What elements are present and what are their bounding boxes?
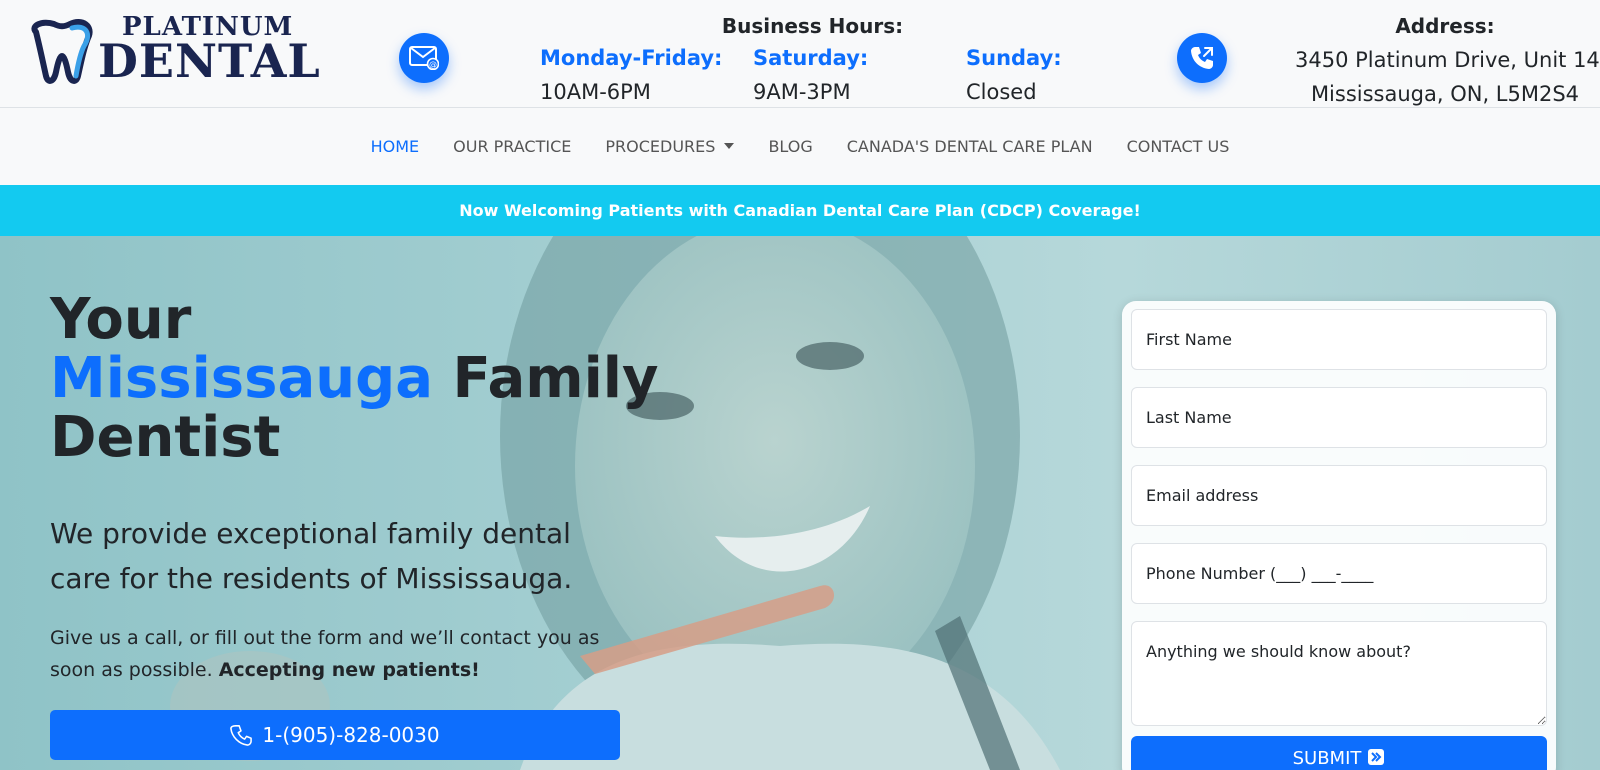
address-title: Address:	[1395, 14, 1495, 38]
submit-button[interactable]: SUBMIT	[1131, 736, 1547, 770]
submit-button-label: SUBMIT	[1292, 748, 1362, 769]
hero-text-bold: Accepting new patients!	[218, 659, 480, 681]
cdcp-banner: Now Welcoming Patients with Canadian Den…	[0, 185, 1600, 236]
hours-monday-friday: Monday-Friday: 10AM-6PM	[540, 46, 722, 104]
phone-input[interactable]	[1131, 543, 1547, 604]
hours-sunday: Sunday: Closed	[966, 46, 1062, 104]
svg-text:@: @	[429, 60, 437, 69]
email-input[interactable]	[1131, 465, 1547, 526]
hours-time: 9AM-3PM	[753, 80, 851, 104]
address-block: Address: 3450 Platinum Drive, Unit 14 Mi…	[1295, 14, 1600, 106]
message-textarea[interactable]	[1131, 621, 1547, 726]
hours-time: 10AM-6PM	[540, 80, 651, 104]
nav-home[interactable]: HOME	[354, 137, 437, 156]
logo-word-dental: DENTAL	[98, 34, 321, 88]
hours-time: Closed	[966, 80, 1037, 104]
call-button[interactable]: 1-(905)-828-0030	[50, 710, 620, 760]
hero-title-line3: Dentist	[50, 405, 281, 470]
caret-down-icon	[724, 143, 735, 149]
hours-day: Monday-Friday:	[540, 46, 723, 70]
nav-our-practice[interactable]: OUR PRACTICE	[436, 137, 588, 156]
banner-text: Now Welcoming Patients with Canadian Den…	[459, 201, 1141, 220]
main-nav: HOME OUR PRACTICE PROCEDURES BLOG CANADA…	[0, 108, 1600, 184]
last-name-input[interactable]	[1131, 387, 1547, 448]
hero-title-highlight: Mississauga	[50, 346, 433, 411]
hero-section: Your Mississauga Family Dentist We provi…	[0, 236, 1600, 770]
nav-dental-care-plan[interactable]: CANADA'S DENTAL CARE PLAN	[830, 137, 1110, 156]
hero-title: Your Mississauga Family Dentist	[50, 290, 659, 467]
hours-day: Sunday:	[966, 46, 1062, 70]
first-name-input[interactable]	[1131, 309, 1547, 370]
business-hours-title: Business Hours:	[721, 14, 904, 38]
hero-lead: We provide exceptional family dental car…	[50, 517, 573, 595]
nav-procedures[interactable]: PROCEDURES	[588, 137, 751, 156]
platinum-dental-logo[interactable]: PLATINUM DENTAL	[28, 14, 321, 90]
nav-procedures-label: PROCEDURES	[605, 136, 716, 156]
hours-saturday: Saturday: 9AM-3PM	[753, 46, 868, 104]
call-button-label: 1-(905)-828-0030	[262, 723, 440, 747]
top-header: PLATINUM DENTAL @ Business Hours: Monday…	[0, 0, 1600, 108]
address-line-2: Mississauga, ON, L5M2S4	[1310, 82, 1580, 106]
address-line-1: 3450 Platinum Drive, Unit 14	[1295, 48, 1600, 72]
mail-at-icon[interactable]: @	[399, 33, 449, 83]
phone-outgoing-icon[interactable]	[1177, 33, 1227, 83]
phone-icon	[230, 725, 253, 746]
hero-title-rest: Family	[432, 346, 659, 411]
tooth-logo-icon	[31, 18, 93, 84]
hero-title-line1: Your	[50, 287, 192, 352]
hero-text: Give us a call, or fill out the form and…	[50, 622, 610, 686]
nav-blog[interactable]: BLOG	[751, 137, 829, 156]
hours-day: Saturday:	[753, 46, 869, 70]
nav-contact-us[interactable]: CONTACT US	[1110, 137, 1247, 156]
contact-form: SUBMIT	[1122, 301, 1556, 770]
forward-icon	[1368, 749, 1385, 765]
